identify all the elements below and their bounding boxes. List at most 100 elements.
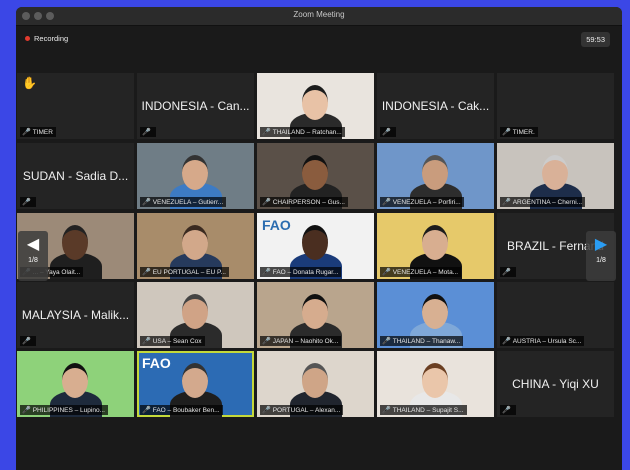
muted-mic-icon: 🎤 [262, 338, 271, 345]
participant-name: FAO – Donata Rugar... [272, 268, 339, 276]
record-dot-icon [25, 36, 30, 41]
participant-tile[interactable]: 🎤 TIMER. [497, 73, 614, 139]
chevron-right-icon: ▶ [594, 236, 608, 253]
participant-name: THAILAND – Supajit S... [392, 406, 464, 414]
participant-name: VENEZUELA – Mota... [392, 268, 459, 276]
window-title: Zoom Meeting [293, 10, 345, 19]
participant-nameplate: 🎤 [500, 405, 516, 415]
participant-tile[interactable]: 🎤 THAILAND – Thanaw... [377, 282, 494, 348]
participant-name: FAO – Boubaker Ben... [152, 406, 220, 414]
participant-nameplate: 🎤 THAILAND – Ratchan... [260, 127, 345, 137]
participant-tile[interactable]: 🎤 PHILIPPINES – Lupino... [17, 351, 134, 417]
participant-tile[interactable]: FAO 🎤 FAO – Boubaker Ben... [137, 351, 254, 417]
participant-tile[interactable]: 🎤 USA – Sean Cox [137, 282, 254, 348]
participant-tile[interactable]: 🎤 JAPAN – Naohito Ok... [257, 282, 374, 348]
participant-name: ARGENTINA – Cherni... [512, 198, 583, 206]
participant-tile[interactable]: 🎤 THAILAND – Supajit S... [377, 351, 494, 417]
muted-mic-icon: 🎤 [262, 129, 271, 136]
next-page-button[interactable]: ▶ 1/8 [586, 231, 616, 281]
muted-mic-icon: 🎤 [262, 407, 271, 414]
participant-nameplate: 🎤 ARGENTINA – Cherni... [500, 197, 586, 207]
muted-mic-icon: 🎤 [382, 129, 391, 136]
participant-nameplate: 🎤 VENEZUELA – Gutierr... [140, 197, 227, 207]
muted-mic-icon: 🎤 [22, 129, 31, 136]
participant-name: EU PORTUGAL – EU P... [152, 268, 226, 276]
raised-hand-icon: ✋ [22, 76, 37, 90]
participant-display-name: INDONESIA - Can... [141, 99, 250, 113]
participant-name: THAILAND – Thanaw... [392, 337, 461, 345]
participant-tile[interactable]: 🎤 EU PORTUGAL – EU P... [137, 213, 254, 279]
muted-mic-icon: 🎤 [142, 269, 151, 276]
participant-nameplate: 🎤 THAILAND – Supajit S... [380, 405, 467, 415]
muted-mic-icon: 🎤 [22, 407, 31, 414]
participant-tile[interactable]: 🎤 PORTUGAL – Alexan... [257, 351, 374, 417]
participant-nameplate: 🎤 TIMER [20, 127, 56, 137]
muted-mic-icon: 🎤 [382, 269, 391, 276]
participant-tile[interactable]: 🎤 CHAIRPERSON – Gus... [257, 143, 374, 209]
participant-nameplate: 🎤 THAILAND – Thanaw... [380, 336, 464, 346]
recording-label: Recording [34, 34, 69, 43]
participant-nameplate: 🎤 [20, 197, 36, 207]
participant-nameplate: 🎤 FAO – Boubaker Ben... [140, 405, 223, 415]
participant-display-name: CHINA - Yiqi XU [512, 377, 599, 391]
participant-nameplate: 🎤 CHAIRPERSON – Gus... [260, 197, 348, 207]
muted-mic-icon: 🎤 [382, 338, 391, 345]
meeting-timer: 59:53 [581, 32, 610, 47]
participant-display-name: SUDAN - Sadia D... [22, 169, 129, 183]
muted-mic-icon: 🎤 [382, 407, 391, 414]
participant-tile[interactable]: 🎤 ARGENTINA – Cherni... [497, 143, 614, 209]
participant-tile[interactable]: FAO 🎤 FAO – Donata Rugar... [257, 213, 374, 279]
participant-nameplate: 🎤 [140, 127, 156, 137]
participant-name: AUSTRIA – Ursula Sc... [512, 337, 582, 345]
participant-name: CHAIRPERSON – Gus... [272, 198, 345, 206]
muted-mic-icon: 🎤 [502, 199, 511, 206]
title-bar: Zoom Meeting [16, 7, 622, 26]
participant-name: PHILIPPINES – Lupino... [32, 406, 105, 414]
muted-mic-icon: 🎤 [142, 129, 151, 136]
participant-name: USA – Sean Cox [152, 337, 202, 345]
page-indicator-right: 1/8 [596, 257, 606, 264]
participant-tile[interactable]: INDONESIA - Cak... 🎤 [377, 73, 494, 139]
muted-mic-icon: 🎤 [262, 199, 271, 206]
muted-mic-icon: 🎤 [502, 338, 511, 345]
muted-mic-icon: 🎤 [262, 269, 271, 276]
participant-tile[interactable]: 🎤 AUSTRIA – Ursula Sc... [497, 282, 614, 348]
participant-nameplate: 🎤 [500, 267, 516, 277]
fao-logo: FAO [262, 217, 291, 233]
participant-tile[interactable]: 🎤 VENEZUELA – Porfiri... [377, 143, 494, 209]
previous-page-button[interactable]: ◀ 1/8 [18, 231, 48, 281]
participant-display-name: MALAYSIA - Malik... [21, 308, 130, 322]
participant-tile[interactable]: MALAYSIA - Malik... 🎤 [17, 282, 134, 348]
participant-name: JAPAN – Naohito Ok... [272, 337, 339, 345]
participant-nameplate: 🎤 PHILIPPINES – Lupino... [20, 405, 108, 415]
participant-name: TIMER. [512, 128, 535, 136]
participant-nameplate: 🎤 PORTUGAL – Alexan... [260, 405, 344, 415]
participant-tile[interactable]: CHINA - Yiqi XU 🎤 [497, 351, 614, 417]
participant-nameplate: 🎤 TIMER. [500, 127, 538, 137]
participant-nameplate: 🎤 FAO – Donata Rugar... [260, 267, 342, 277]
participant-tile[interactable]: 🎤 THAILAND – Ratchan... [257, 73, 374, 139]
participant-tile[interactable]: SUDAN - Sadia D... 🎤 [17, 143, 134, 209]
participant-name: VENEZUELA – Porfiri... [392, 198, 461, 206]
participant-tile[interactable]: 🎤 VENEZUELA – Gutierr... [137, 143, 254, 209]
participant-nameplate: 🎤 USA – Sean Cox [140, 336, 205, 346]
participant-tile[interactable]: INDONESIA - Can... 🎤 [137, 73, 254, 139]
participant-tile[interactable]: 🎤 VENEZUELA – Mota... [377, 213, 494, 279]
muted-mic-icon: 🎤 [502, 129, 511, 136]
muted-mic-icon: 🎤 [142, 199, 151, 206]
muted-mic-icon: 🎤 [502, 407, 511, 414]
participant-nameplate: 🎤 JAPAN – Naohito Ok... [260, 336, 342, 346]
participant-nameplate: 🎤 VENEZUELA – Porfiri... [380, 197, 464, 207]
participant-nameplate: 🎤 [380, 127, 396, 137]
fao-logo: FAO [142, 355, 171, 371]
muted-mic-icon: 🎤 [382, 199, 391, 206]
recording-indicator[interactable]: Recording [25, 34, 68, 43]
chevron-left-icon: ◀ [26, 236, 40, 253]
participant-nameplate: 🎤 [20, 336, 36, 346]
muted-mic-icon: 🎤 [22, 199, 31, 206]
muted-mic-icon: 🎤 [502, 269, 511, 276]
participant-name: VENEZUELA – Gutierr... [152, 198, 224, 206]
participant-nameplate: 🎤 AUSTRIA – Ursula Sc... [500, 336, 585, 346]
participant-tile[interactable]: ✋ 🎤 TIMER [17, 73, 134, 139]
muted-mic-icon: 🎤 [22, 338, 31, 345]
